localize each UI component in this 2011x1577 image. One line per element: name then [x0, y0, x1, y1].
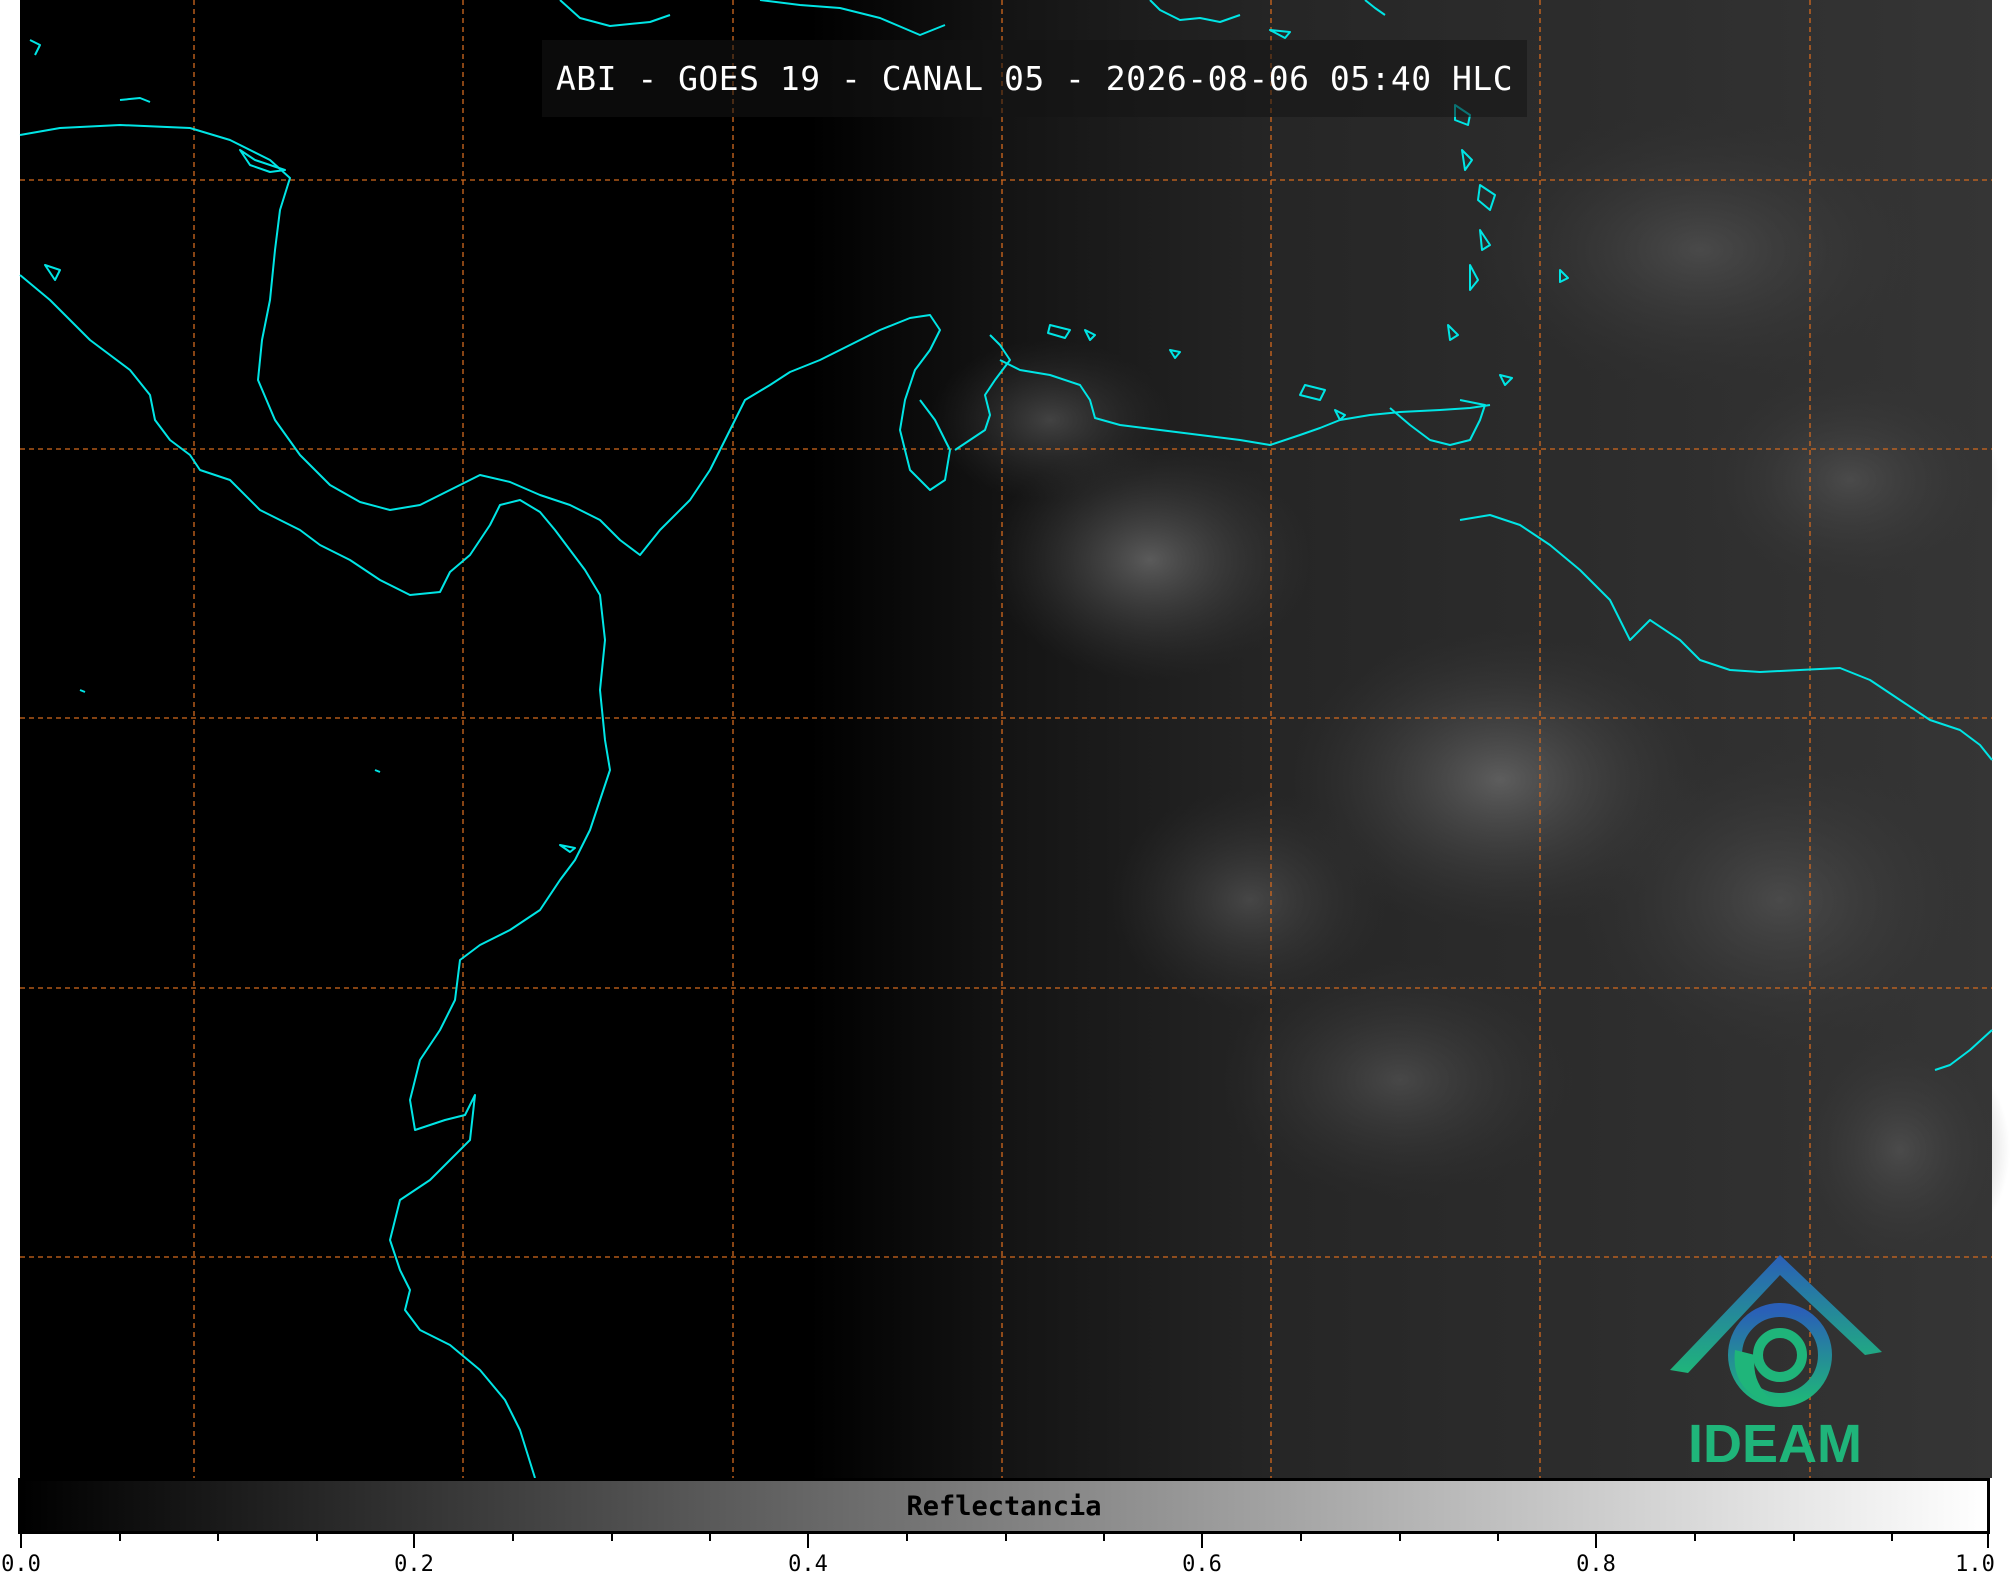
satellite-image-viewer: ABI - GOES 19 - CANAL 05 - 2026-08-06 05…	[0, 0, 2011, 1577]
ideam-logo: IDEAM	[1660, 1255, 1890, 1475]
colorbar-ticks	[20, 1534, 1989, 1548]
colorbar-tick-label: 0.8	[1576, 1552, 1616, 1577]
ideam-logo-text: IDEAM	[1688, 1414, 1862, 1474]
colorbar-tick-label: 1.0	[1955, 1552, 1995, 1577]
colorbar-tick-label: 0.4	[788, 1552, 828, 1577]
colorbar-tick-label: 0.2	[394, 1552, 434, 1577]
colorbar-tick-label: 0.0	[1, 1552, 41, 1577]
title-box: ABI - GOES 19 - CANAL 05 - 2026-08-06 05…	[542, 40, 1527, 117]
colorbar: Reflectancia	[18, 1478, 1990, 1534]
colorbar-tick-label: 0.6	[1182, 1552, 1222, 1577]
map-title: ABI - GOES 19 - CANAL 05 - 2026-08-06 05…	[555, 59, 1514, 98]
colorbar-label: Reflectancia	[906, 1490, 1102, 1522]
ideam-logo-icon	[1670, 1255, 1882, 1407]
